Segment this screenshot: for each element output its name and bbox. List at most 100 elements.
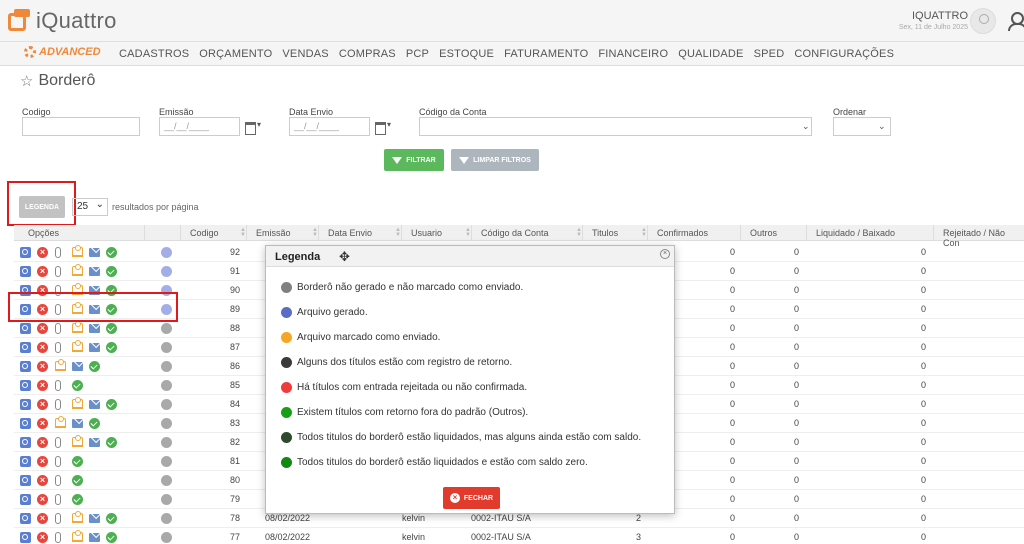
logo[interactable]: iQuattro	[8, 8, 117, 34]
mail-icon[interactable]	[89, 514, 100, 523]
attach-icon[interactable]	[55, 475, 61, 486]
legend-modal-header[interactable]: Legenda ✥ ×	[266, 246, 674, 267]
check-icon[interactable]	[106, 266, 117, 277]
delete-icon[interactable]: ×	[37, 418, 48, 429]
delete-icon[interactable]: ×	[37, 513, 48, 524]
view-icon[interactable]	[20, 513, 31, 524]
user-menu-icon[interactable]	[1008, 12, 1024, 31]
mail-icon[interactable]	[72, 362, 83, 371]
close-button[interactable]: × FECHAR	[443, 487, 500, 509]
upload-icon[interactable]	[55, 359, 66, 371]
check-icon[interactable]	[89, 418, 100, 429]
nav-item-7[interactable]: FINANCEIRO	[598, 48, 668, 60]
codigo-input[interactable]	[22, 117, 140, 136]
nav-item-6[interactable]: FATURAMENTO	[504, 48, 588, 60]
check-icon[interactable]	[106, 532, 117, 543]
column-header-5[interactable]: Código da Conta	[481, 228, 549, 238]
attach-icon[interactable]	[55, 494, 61, 505]
delete-icon[interactable]: ×	[37, 247, 48, 258]
upload-icon[interactable]	[55, 416, 66, 428]
upload-icon[interactable]	[72, 340, 83, 352]
mail-icon[interactable]	[89, 324, 100, 333]
table-row[interactable]: × 77 08/02/2022 kelvin 0002-ITAU S/A 3 0 0 0	[14, 528, 1024, 544]
nav-item-5[interactable]: ESTOQUE	[439, 48, 494, 60]
view-icon[interactable]	[20, 456, 31, 467]
mail-icon[interactable]	[89, 400, 100, 409]
advanced-badge[interactable]: ADVANCED	[24, 46, 101, 58]
column-header-2[interactable]: Emissão	[256, 228, 291, 238]
upload-icon[interactable]	[72, 397, 83, 409]
nav-item-8[interactable]: QUALIDADE	[678, 48, 743, 60]
view-icon[interactable]	[20, 437, 31, 448]
mail-icon[interactable]	[72, 419, 83, 428]
attach-icon[interactable]	[55, 380, 61, 391]
view-icon[interactable]	[20, 399, 31, 410]
attach-icon[interactable]	[55, 342, 61, 353]
check-icon[interactable]	[106, 513, 117, 524]
check-icon[interactable]	[106, 247, 117, 258]
check-icon[interactable]	[106, 399, 117, 410]
nav-item-3[interactable]: COMPRAS	[339, 48, 396, 60]
column-header-3[interactable]: Data Envio	[328, 228, 372, 238]
view-icon[interactable]	[20, 266, 31, 277]
check-icon[interactable]	[106, 437, 117, 448]
attach-icon[interactable]	[55, 456, 61, 467]
nav-item-10[interactable]: CONFIGURAÇÕES	[794, 48, 894, 60]
delete-icon[interactable]: ×	[37, 456, 48, 467]
check-icon[interactable]	[89, 361, 100, 372]
delete-icon[interactable]: ×	[37, 494, 48, 505]
emissao-calendar-icon[interactable]	[245, 120, 267, 135]
emissao-input[interactable]: __/__/____	[159, 117, 240, 136]
attach-icon[interactable]	[55, 437, 61, 448]
upload-icon[interactable]	[72, 264, 83, 276]
view-icon[interactable]	[20, 418, 31, 429]
check-icon[interactable]	[72, 456, 83, 467]
check-icon[interactable]	[106, 342, 117, 353]
attach-icon[interactable]	[55, 247, 61, 258]
attach-icon[interactable]	[55, 399, 61, 410]
column-header-9[interactable]: Liquidado / Baixado	[816, 228, 895, 238]
legend-button[interactable]: LEGENDA	[19, 196, 65, 218]
delete-icon[interactable]: ×	[37, 437, 48, 448]
delete-icon[interactable]: ×	[37, 475, 48, 486]
attach-icon[interactable]	[55, 532, 61, 543]
upload-icon[interactable]	[72, 511, 83, 523]
delete-icon[interactable]: ×	[37, 323, 48, 334]
nav-item-0[interactable]: CADASTROS	[119, 48, 189, 60]
upload-icon[interactable]	[72, 321, 83, 333]
upload-icon[interactable]	[72, 245, 83, 257]
column-header-0[interactable]: Opções	[28, 228, 59, 238]
page-size-select[interactable]: 25	[72, 198, 108, 216]
delete-icon[interactable]: ×	[37, 342, 48, 353]
column-header-4[interactable]: Usuario	[411, 228, 442, 238]
attach-icon[interactable]	[55, 323, 61, 334]
upload-icon[interactable]	[72, 435, 83, 447]
view-icon[interactable]	[20, 323, 31, 334]
check-icon[interactable]	[72, 494, 83, 505]
view-icon[interactable]	[20, 532, 31, 543]
data-envio-input[interactable]: __/__/____	[289, 117, 370, 136]
clear-filters-button[interactable]: LIMPAR FILTROS	[451, 149, 539, 171]
view-icon[interactable]	[20, 475, 31, 486]
nav-item-9[interactable]: SPED	[754, 48, 785, 60]
star-icon[interactable]: ☆	[20, 72, 33, 90]
mail-icon[interactable]	[89, 343, 100, 352]
check-icon[interactable]	[72, 380, 83, 391]
delete-icon[interactable]: ×	[37, 266, 48, 277]
delete-icon[interactable]: ×	[37, 399, 48, 410]
mail-icon[interactable]	[89, 438, 100, 447]
conta-select[interactable]	[419, 117, 812, 136]
close-icon[interactable]: ×	[660, 249, 670, 259]
check-icon[interactable]	[106, 323, 117, 334]
avatar[interactable]	[970, 8, 996, 34]
filter-button[interactable]: FILTRAR	[384, 149, 444, 171]
delete-icon[interactable]: ×	[37, 532, 48, 543]
mail-icon[interactable]	[89, 248, 100, 257]
attach-icon[interactable]	[55, 266, 61, 277]
view-icon[interactable]	[20, 380, 31, 391]
column-header-7[interactable]: Confirmados	[657, 228, 708, 238]
view-icon[interactable]	[20, 361, 31, 372]
column-header-6[interactable]: Titulos	[592, 228, 618, 238]
check-icon[interactable]	[72, 475, 83, 486]
mail-icon[interactable]	[89, 267, 100, 276]
